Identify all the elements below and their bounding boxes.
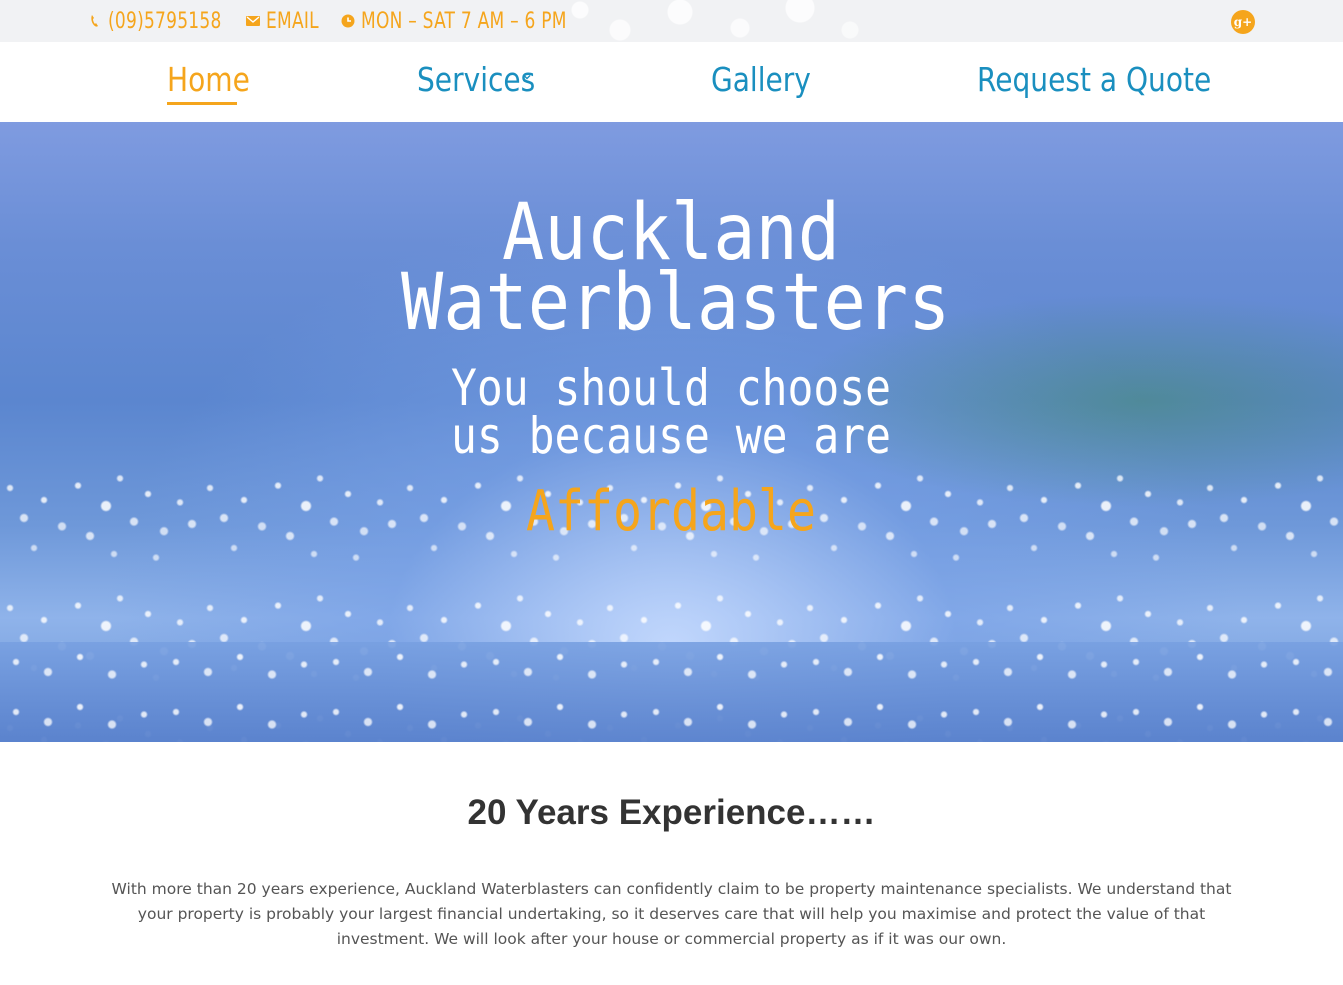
- email-label: EMAIL: [266, 8, 319, 34]
- active-nav-underline: [167, 102, 237, 105]
- phone-link[interactable]: (09)5795158: [88, 6, 240, 36]
- phone-number: (09)5795158: [108, 8, 222, 34]
- nav-item-label: Home: [167, 60, 250, 99]
- nav-item-label: Gallery: [711, 60, 811, 99]
- email-link[interactable]: EMAIL: [246, 6, 327, 36]
- hero-title: Auckland Waterblasters: [401, 188, 951, 348]
- nav-item-request-quote[interactable]: Request a Quote: [977, 60, 1253, 106]
- hours-text: MON – SAT 7 AM – 6 PM: [361, 8, 567, 34]
- nav-item-label: Services: [417, 60, 536, 99]
- top-contact-bar: (09)5795158 EMAIL MON – SAT 7 AM – 6 PM …: [0, 0, 1343, 42]
- chevron-down-icon[interactable]: [522, 72, 532, 82]
- clock-icon: [341, 14, 355, 28]
- hero-rotating-word: Affordable: [526, 479, 816, 544]
- hero-lower-band-texture: [0, 642, 1343, 742]
- topbar-decoration: [560, 0, 880, 42]
- google-plus-glyph: g+: [1233, 15, 1253, 29]
- nav-item-home[interactable]: Home: [167, 60, 264, 106]
- opening-hours: MON – SAT 7 AM – 6 PM: [341, 6, 600, 36]
- nav-item-gallery[interactable]: Gallery: [711, 60, 829, 106]
- intro-paragraph: With more than 20 years experience, Auck…: [111, 880, 1232, 948]
- main-navigation: Home Services Gallery Request a Quote: [0, 42, 1343, 122]
- hero-subtitle: You should choose us because we are: [450, 359, 892, 465]
- nav-item-services[interactable]: Services: [417, 60, 556, 106]
- nav-item-label: Request a Quote: [977, 60, 1212, 99]
- google-plus-icon[interactable]: g+: [1231, 10, 1255, 34]
- envelope-icon: [246, 14, 260, 28]
- intro-heading: 20 Years Experience……: [467, 793, 876, 832]
- phone-icon: [88, 14, 102, 28]
